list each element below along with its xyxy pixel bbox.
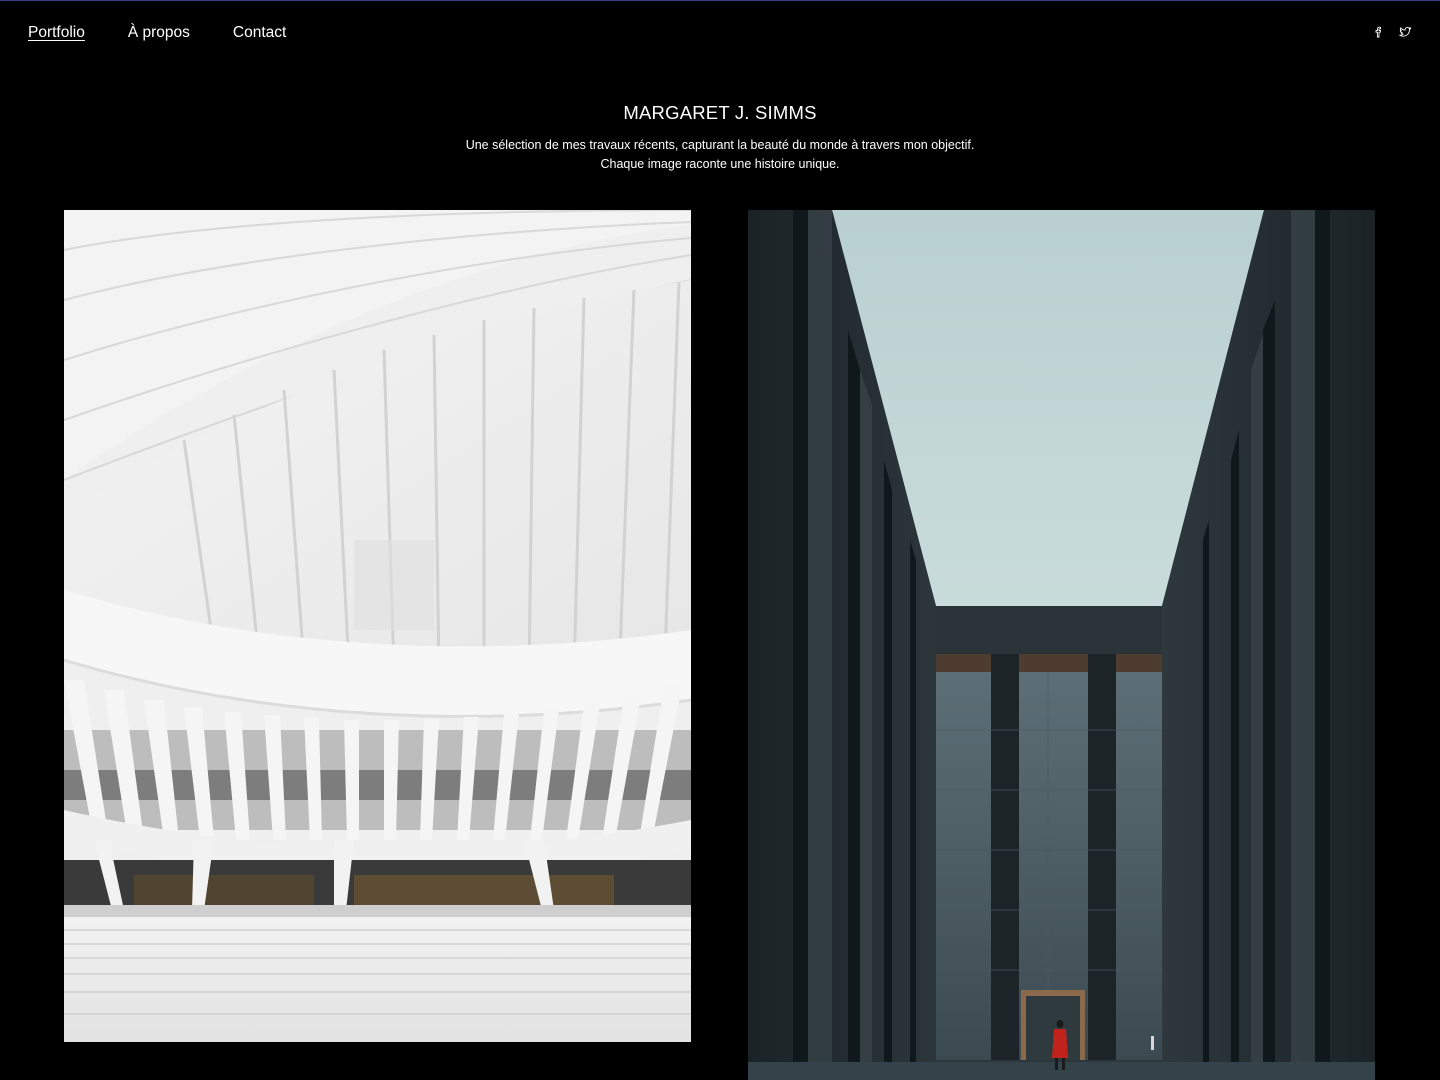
main-nav: Portfolio À propos Contact bbox=[28, 22, 286, 44]
intro-line-1: Une sélection de mes travaux récents, ca… bbox=[465, 138, 975, 152]
photographer-name: MARGARET J. SIMMS bbox=[623, 102, 817, 123]
intro-text: Une sélection de mes travaux récents, ca… bbox=[0, 136, 1440, 174]
nav-link-contact[interactable]: Contact bbox=[233, 22, 286, 44]
nav-link-portfolio[interactable]: Portfolio bbox=[28, 22, 85, 44]
top-border-line bbox=[0, 0, 1440, 1]
dark-corridor-image bbox=[748, 210, 1375, 1080]
white-architecture-image bbox=[64, 210, 691, 1042]
gallery-photo-dark-corridor[interactable] bbox=[748, 210, 1375, 1080]
twitter-icon[interactable] bbox=[1398, 25, 1412, 39]
hero-section: MARGARET J. SIMMS Une sélection de mes t… bbox=[0, 101, 1440, 174]
facebook-icon[interactable] bbox=[1371, 25, 1385, 39]
nav-link-about[interactable]: À propos bbox=[128, 22, 190, 44]
social-links bbox=[1371, 25, 1412, 39]
gallery-photo-white-architecture[interactable] bbox=[64, 210, 691, 1042]
intro-line-2: Chaque image raconte une histoire unique… bbox=[600, 157, 840, 171]
